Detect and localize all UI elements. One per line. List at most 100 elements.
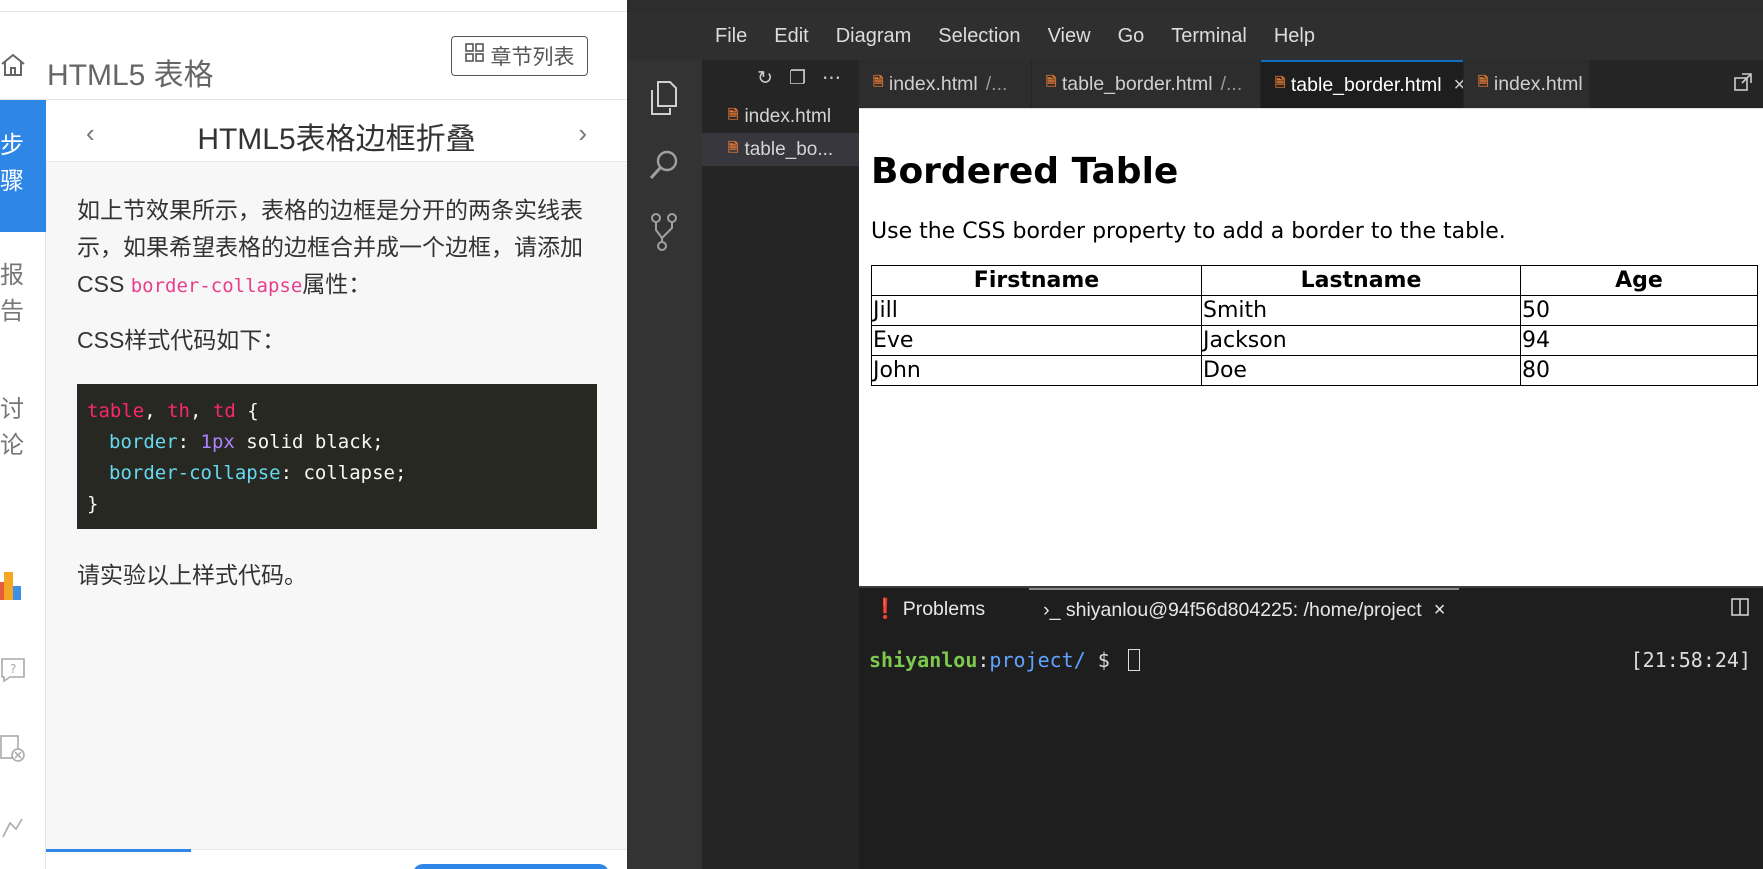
explorer-file-index-html[interactable]: 🗎 index.html — [702, 100, 859, 133]
search-icon[interactable] — [648, 148, 680, 189]
table-cell: Jill — [871, 295, 1202, 326]
explorer-file-table-border[interactable]: 🗎 table_bo... — [702, 133, 859, 166]
source-control-icon[interactable] — [648, 212, 680, 257]
html-file-icon: 🗎 — [1275, 76, 1286, 91]
explorer-file-label: index.html — [744, 105, 832, 127]
paragraph-3: 请实验以上样式代码。 — [77, 562, 307, 588]
menu-terminal[interactable]: Terminal — [1171, 25, 1247, 48]
menu-selection[interactable]: Selection — [938, 25, 1020, 48]
chapters-list-label: 章节列表 — [490, 46, 575, 69]
html-file-icon: 🗎 — [1478, 75, 1489, 90]
home-icon[interactable] — [0, 52, 26, 83]
rail-item-steps[interactable]: 步 骤 — [0, 100, 46, 232]
code-token: td — [212, 400, 236, 422]
html-file-icon: 🗎 — [1046, 75, 1057, 90]
tab-terminal[interactable]: ›_ shiyanlou@94f56d804225: /home/project… — [1029, 588, 1460, 630]
code-token: border-collapse — [109, 462, 281, 484]
code-token: solid black; — [234, 431, 384, 453]
terminal-sep: : — [977, 648, 990, 672]
browser-preview: Bordered Table Use the CSS border proper… — [859, 108, 1763, 586]
rail-steps-char1: 步 — [0, 132, 24, 159]
rail-discuss-char2: 论 — [0, 432, 24, 459]
chapters-list-button[interactable]: 章节列表 — [451, 36, 588, 76]
files-icon[interactable] — [648, 80, 680, 121]
open-preview-icon[interactable] — [1733, 72, 1753, 98]
ide-top-strip — [627, 0, 1763, 12]
close-icon[interactable]: × — [1434, 599, 1446, 622]
tab-table-border-1[interactable]: 🗎 table_border.html /... — [1032, 60, 1260, 108]
tab-index-html-1[interactable]: 🗎 index.html /... — [859, 60, 1031, 108]
chevron-right-icon[interactable]: › — [578, 118, 587, 149]
tab-index-html-2[interactable]: 🗎 index.html — [1464, 60, 1589, 108]
tab-terminal-label: shiyanlou@94f56d804225: /home/project — [1065, 598, 1422, 621]
grid-icon — [464, 43, 485, 69]
tab-label: index.html — [1493, 72, 1583, 95]
code-token: collapse; — [303, 462, 407, 484]
table-row: John Doe 80 — [871, 355, 1758, 386]
menu-diagram[interactable]: Diagram — [836, 25, 912, 48]
feedback-icon[interactable] — [0, 815, 26, 846]
code-token: : — [177, 431, 201, 453]
course-title: HTML5 表格 — [47, 59, 214, 92]
inline-code: border-collapse — [130, 275, 303, 297]
file-explorer: ↻ ❐ ⋯ 🗎 index.html 🗎 table_bo... — [702, 60, 859, 869]
table-header-cell: Lastname — [1201, 265, 1521, 296]
menu-go[interactable]: Go — [1118, 25, 1145, 48]
html-file-icon: 🗎 — [873, 75, 884, 90]
code-line-3: border-collapse: collapse; — [87, 458, 587, 489]
code-token: th — [167, 400, 190, 422]
paragraph-1: 如上节效果所示，表格的边框是分开的两条实线表示，如果希望表格的边框合并成一个边框… — [77, 192, 597, 305]
tab-path: /... — [985, 72, 1008, 95]
explorer-toolbar: ↻ ❐ ⋯ — [702, 60, 859, 96]
progress-indicator — [46, 849, 191, 852]
step-title: HTML5表格边框折叠 — [197, 123, 476, 156]
rail-item-report[interactable]: 报 告 — [0, 258, 46, 330]
menu-view[interactable]: View — [1048, 25, 1091, 48]
menu-edit[interactable]: Edit — [774, 25, 808, 48]
rail-steps-char2: 骤 — [0, 168, 24, 195]
help-icon[interactable]: ? — [0, 655, 26, 688]
ranking-icon[interactable] — [0, 570, 24, 605]
code-block: table, th, td { border: 1px solid black;… — [77, 384, 597, 529]
editor-tabs: 🗎 index.html /... 🗎 table_border.html /.… — [859, 60, 1763, 108]
terminal-output[interactable]: shiyanlou:project/ $ — [869, 648, 1140, 672]
bottom-panel: ❗ Problems ›_ shiyanlou@94f56d804225: /h… — [859, 586, 1763, 869]
tutorial-panel: HTML5 表格 章节列表 步 骤 报 告 讨 论 ? ‹ HTML5表格边框折… — [0, 0, 627, 869]
tab-problems[interactable]: ❗ Problems — [859, 588, 999, 630]
rail-item-discuss[interactable]: 讨 论 — [0, 392, 46, 464]
menu-bar: File Edit Diagram Selection View Go Term… — [627, 12, 1763, 60]
menu-help[interactable]: Help — [1274, 25, 1315, 48]
terminal-cursor — [1127, 649, 1140, 671]
table-header-row: Firstname Lastname Age — [871, 265, 1758, 296]
panel-tabs: ❗ Problems ›_ shiyanlou@94f56d804225: /h… — [859, 588, 1763, 630]
html-file-icon: 🗎 — [728, 140, 739, 156]
split-panel-icon[interactable] — [1731, 598, 1749, 621]
rail-report-char1: 报 — [0, 262, 24, 289]
preview-table: Firstname Lastname Age Jill Smith 50 Eve… — [871, 265, 1758, 386]
menu-file[interactable]: File — [715, 25, 747, 48]
more-icon[interactable]: ⋯ — [822, 67, 841, 90]
code-token: : — [280, 462, 304, 484]
browser-top-strip — [0, 0, 627, 12]
table-cell: Eve — [871, 325, 1202, 356]
terminal-icon: ›_ — [1043, 598, 1061, 621]
tab-table-border-active[interactable]: 🗎 table_border.html × — [1261, 60, 1463, 108]
svg-text:?: ? — [10, 662, 16, 676]
paragraph-1-tail: 属性： — [302, 271, 372, 297]
step-navigation: ‹ HTML5表格边框折叠 › — [46, 100, 627, 162]
html-file-icon: 🗎 — [728, 107, 739, 123]
report-error-icon[interactable] — [0, 733, 26, 768]
table-header-cell: Firstname — [871, 265, 1202, 296]
collapse-all-icon[interactable]: ❐ — [789, 67, 806, 90]
refresh-icon[interactable]: ↻ — [757, 67, 773, 90]
step-content: 如上节效果所示，表格的边框是分开的两条实线表示，如果希望表格的边框合并成一个边框… — [77, 192, 597, 359]
table-cell: Doe — [1201, 355, 1521, 386]
close-icon[interactable]: × — [1454, 74, 1463, 97]
info-icon: ❗ — [873, 598, 898, 620]
rail-report-char2: 告 — [0, 298, 24, 325]
code-token: { — [235, 400, 259, 422]
preview-heading: Bordered Table — [871, 151, 1179, 192]
tab-path: /... — [1220, 72, 1243, 95]
next-step-button[interactable] — [413, 864, 609, 869]
table-cell: 50 — [1520, 295, 1758, 326]
